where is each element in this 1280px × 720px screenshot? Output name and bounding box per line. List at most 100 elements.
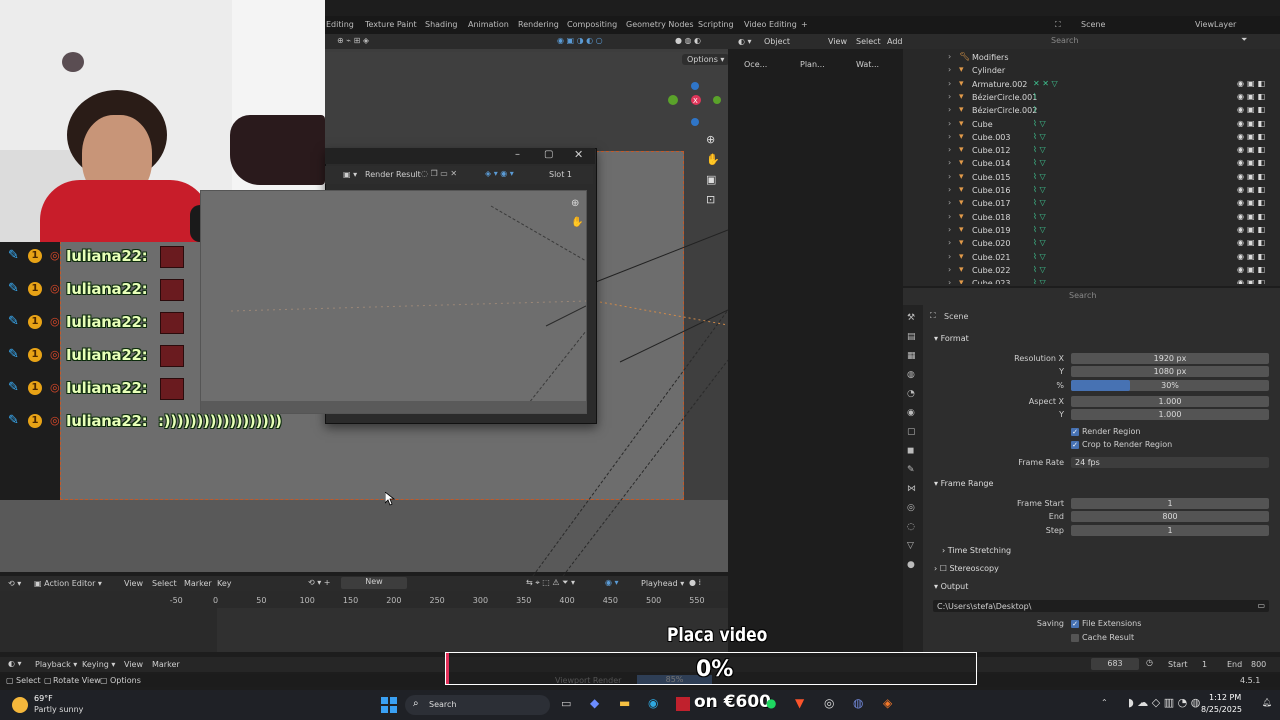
expand-icon[interactable]: › [948, 212, 951, 221]
expand-icon[interactable]: › [948, 225, 951, 234]
render-result-name[interactable]: Render Result [365, 170, 421, 179]
lock-icon[interactable]: ⊡ [706, 190, 720, 210]
zoom-icon[interactable]: ⊕ [571, 194, 583, 213]
tab-rendering[interactable]: Rendering [518, 20, 559, 29]
visibility-icons[interactable]: ◉▣◧ [1237, 278, 1268, 284]
github-icon[interactable]: ◎ [824, 696, 834, 710]
key-menu[interactable]: Key [217, 579, 232, 588]
visibility-icons[interactable]: ◉▣◧ [1237, 79, 1268, 88]
proportional-icon[interactable]: ● ⁞ [689, 578, 701, 587]
resolution-y-field[interactable]: 1080 px [1071, 366, 1269, 377]
new-action-button[interactable]: New [341, 577, 407, 589]
current-frame-field[interactable]: 683 [1091, 658, 1139, 670]
cache-result-checkbox[interactable] [1071, 634, 1079, 642]
output-section[interactable]: ▾ Output [934, 582, 968, 591]
add-workspace-button[interactable]: + [801, 20, 808, 29]
copilot-icon[interactable]: ◆ [590, 696, 599, 710]
expand-icon[interactable]: › [948, 132, 951, 141]
discord-icon[interactable]: ◍ [853, 696, 863, 710]
action-browse-icon[interactable]: ⟲ ▾ + [308, 578, 331, 587]
outliner-row[interactable]: › ▾ Cube.023 ⌇ ▽ ◉▣◧ [903, 278, 1280, 284]
outliner-row[interactable]: › ▾ Cube.019 ⌇ ▽ ◉▣◧ [903, 225, 1280, 238]
outliner-search[interactable]: Search [1051, 36, 1078, 45]
shading-icons[interactable]: ● ◍ ◐ [675, 36, 701, 45]
outliner-row[interactable]: › ▾ Cube.014 ⌇ ▽ ◉▣◧ [903, 158, 1280, 171]
crop-region-checkbox[interactable]: ✓ [1071, 441, 1079, 449]
action-editor-dropdown[interactable]: ▣ Action Editor ▾ [34, 579, 102, 588]
outliner-row[interactable]: › ▾ Cube.012 ⌇ ▽ ◉▣◧ [903, 145, 1280, 158]
visibility-icons[interactable]: ◉▣◧ [1237, 225, 1268, 234]
crumb-plane[interactable]: Plan... [800, 60, 825, 69]
crumb-ocean[interactable]: Oce... [744, 60, 767, 69]
pan-hand-icon[interactable]: ✋ [571, 213, 583, 232]
outliner-row[interactable]: › ▾ Cube ⌇ ▽ ◉▣◧ [903, 119, 1280, 132]
visibility-icons[interactable]: ◉▣◧ [1237, 119, 1268, 128]
step-field[interactable]: 1 [1071, 525, 1269, 536]
outliner-row[interactable]: › ▾ Cube.018 ⌇ ▽ ◉▣◧ [903, 212, 1280, 225]
tab-compositing[interactable]: Compositing [567, 20, 617, 29]
visibility-icons[interactable]: ◉▣◧ [1237, 252, 1268, 261]
navigation-gizmo[interactable]: X [665, 75, 725, 130]
timeline-editor-icon[interactable]: ◐ ▾ [8, 659, 22, 668]
file-explorer-icon[interactable]: ▬ [619, 696, 630, 710]
outliner-row[interactable]: › ▾ Cube.022 ⌇ ▽ ◉▣◧ [903, 265, 1280, 278]
expand-icon[interactable]: › [948, 52, 951, 61]
visibility-icons[interactable]: ◉▣◧ [1237, 212, 1268, 221]
visibility-icons[interactable]: ◉▣◧ [1237, 198, 1268, 207]
object-mode-dropdown[interactable]: Object [764, 37, 790, 46]
start-field[interactable]: 1 [1202, 660, 1207, 669]
expand-icon[interactable]: › [948, 238, 951, 247]
pan-hand-icon[interactable]: ✋ [706, 150, 720, 170]
properties-tab-icons[interactable]: ⚒ ▤ ▦ ◍ ◔ ◉ ▢ ◼ ✎ ⋈ ◎ ◌ ▽ ● [903, 305, 923, 575]
minimize-icon[interactable]: – [515, 149, 520, 160]
tab-texture-paint[interactable]: Texture Paint [365, 20, 417, 29]
expand-icon[interactable]: › [948, 185, 951, 194]
edge-icon[interactable]: ◉ [648, 696, 658, 710]
tray-chevron-icon[interactable]: ⌃ [1101, 698, 1108, 707]
render-actions-icons[interactable]: ◌ ❐ ▭ ✕ [421, 169, 457, 178]
output-path-field[interactable]: C:\Users\stefa\Desktop\ ▭ [933, 600, 1269, 612]
visibility-icons[interactable]: ◉▣◧ [1237, 145, 1268, 154]
expand-icon[interactable]: › [948, 265, 951, 274]
taskbar-search[interactable]: ⌕ Search [405, 695, 550, 715]
visibility-icons[interactable]: ◉▣◧ [1237, 172, 1268, 181]
time-stretching-section[interactable]: › Time Stretching [942, 546, 1011, 555]
playhead-dropdown[interactable]: Playhead ▾ [641, 579, 684, 588]
file-extensions-checkbox[interactable]: ✓ [1071, 620, 1079, 628]
resolution-x-field[interactable]: 1920 px [1071, 353, 1269, 364]
visibility-icons[interactable]: ◉▣◧ [1237, 158, 1268, 167]
expand-icon[interactable]: › [948, 172, 951, 181]
keying-menu[interactable]: Keying ▾ [82, 660, 115, 669]
outliner-row[interactable]: › ▾ Cylinder [903, 65, 1280, 78]
scene-selector[interactable]: Scene [1081, 20, 1105, 29]
render-region-checkbox[interactable]: ✓ [1071, 428, 1079, 436]
select-menu[interactable]: Select [152, 579, 177, 588]
close-icon[interactable]: ✕ [574, 148, 583, 161]
playback-menu[interactable]: Playback ▾ [35, 660, 77, 669]
visibility-icons[interactable]: ◉▣◧ [1237, 92, 1268, 101]
visibility-icons[interactable]: ◉▣◧ [1237, 265, 1268, 274]
weather-icon[interactable] [12, 697, 28, 713]
expand-icon[interactable]: › [948, 278, 951, 284]
tab-animation[interactable]: Animation [468, 20, 509, 29]
stereoscopy-section[interactable]: › ☐ Stereoscopy [934, 564, 999, 573]
folder-icon[interactable]: ▭ [1257, 601, 1265, 610]
image-editor-icon[interactable]: ▣ ▾ [343, 170, 357, 179]
brave-icon[interactable]: ▼ [795, 696, 804, 710]
add-menu[interactable]: Add [887, 37, 903, 46]
expand-icon[interactable]: › [948, 65, 951, 74]
tool-icons[interactable]: ⊕ ⌁ ⊞ ◈ [337, 36, 369, 45]
expand-icon[interactable]: › [948, 145, 951, 154]
clock-time[interactable]: 1:12 PM [1209, 693, 1241, 702]
expand-icon[interactable]: › [948, 105, 951, 114]
tray-icons[interactable]: ◗ ☁ ◇ ▥ ◔ ◍ [1128, 696, 1200, 709]
slot-dropdown[interactable]: Slot 1 [549, 170, 572, 179]
expand-icon[interactable]: › [948, 79, 951, 88]
notification-icon[interactable]: 🔔︎ [1262, 698, 1272, 707]
expand-icon[interactable]: › [948, 198, 951, 207]
outliner-row[interactable]: › ▾ Cube.020 ⌇ ▽ ◉▣◧ [903, 238, 1280, 251]
outliner-row[interactable]: › ▾ BézierCircle.002 ⌇ ◉▣◧ [903, 105, 1280, 118]
expand-icon[interactable]: › [948, 252, 951, 261]
visibility-icons[interactable]: ◉▣◧ [1237, 105, 1268, 114]
keyframe-tool-icons[interactable]: ⇆ ⌖ ⬚ ⚠ ⏷ ▾ [526, 578, 575, 588]
